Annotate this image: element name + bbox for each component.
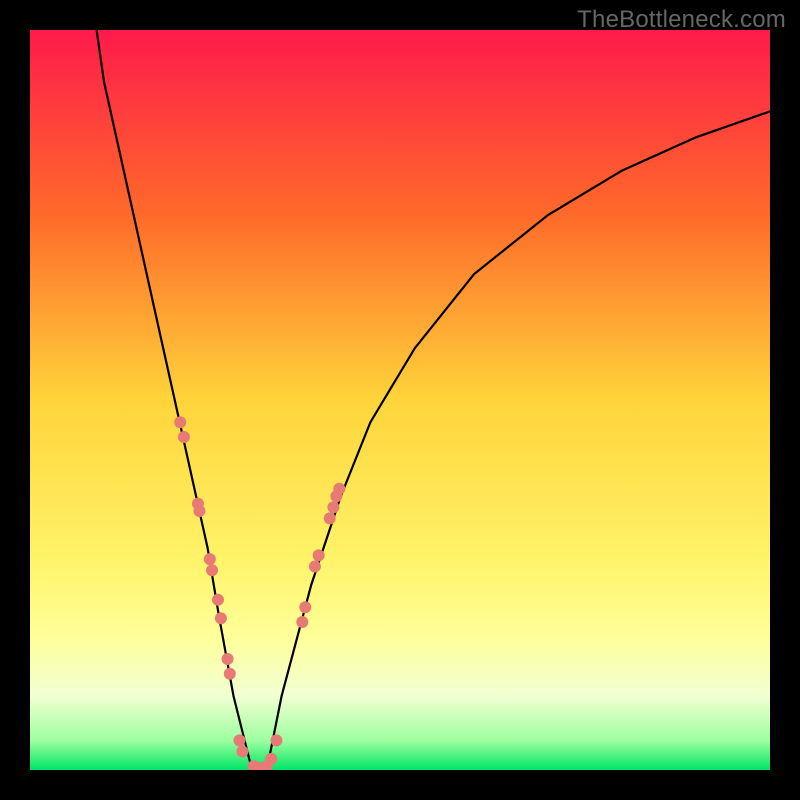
chart-svg	[30, 30, 770, 770]
marker-dot	[265, 753, 277, 765]
marker-dot	[178, 431, 190, 443]
watermark-label: TheBottleneck.com	[577, 6, 786, 34]
marker-dot	[313, 549, 325, 561]
plot-area	[30, 30, 770, 770]
marker-dot	[236, 746, 248, 758]
marker-dot	[224, 668, 236, 680]
marker-dot	[327, 501, 339, 513]
marker-dot	[204, 553, 216, 565]
marker-dot	[309, 561, 321, 573]
marker-dot	[299, 601, 311, 613]
marker-dot	[215, 612, 227, 624]
chart-frame: TheBottleneck.com	[0, 0, 800, 800]
marker-dot	[193, 505, 205, 517]
marker-dot	[270, 734, 282, 746]
chart-background	[30, 30, 770, 770]
marker-dot	[222, 653, 234, 665]
marker-dot	[233, 734, 245, 746]
marker-dot	[296, 616, 308, 628]
marker-dot	[206, 564, 218, 576]
marker-dot	[174, 416, 186, 428]
marker-dot	[324, 512, 336, 524]
marker-dot	[333, 483, 345, 495]
marker-dot	[212, 594, 224, 606]
